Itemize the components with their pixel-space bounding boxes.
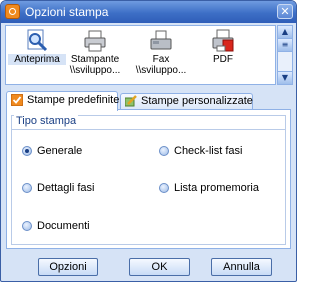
custom-print-icon	[124, 95, 137, 107]
tab-stampe-personalizzate[interactable]: Stampe personalizzate	[120, 93, 253, 109]
printer-name: PDF	[213, 54, 233, 65]
scroll-up-button[interactable]: ▲	[278, 26, 292, 39]
printer-list-scrollbar[interactable]: ▲ ≡ ▼	[277, 25, 293, 85]
tab-strip: Stampe predefinite Stampe personalizzate	[6, 91, 293, 111]
pdf-printer-icon	[211, 29, 235, 53]
printer-icon	[83, 29, 107, 53]
radio-button-icon	[22, 221, 32, 231]
scroll-down-button[interactable]: ▼	[278, 71, 292, 84]
printer-name: Stampante	[70, 54, 120, 65]
printer-name: Anteprima	[8, 54, 66, 65]
radio-button-icon	[22, 146, 32, 156]
radio-button-icon	[22, 183, 32, 193]
cancel-button[interactable]: Annulla	[211, 258, 272, 276]
tab-label: Stampe personalizzate	[141, 95, 253, 107]
app-logo-icon	[5, 4, 20, 19]
tab-stampe-predefinite[interactable]: Stampe predefinite	[6, 91, 120, 111]
printer-name: Fax	[152, 54, 170, 65]
options-button[interactable]: Opzioni	[38, 258, 98, 276]
fax-icon	[149, 29, 173, 53]
printer-path: \\sviluppo...	[135, 65, 187, 76]
close-button[interactable]: ✕	[277, 4, 293, 19]
radio-label: Lista promemoria	[174, 182, 259, 194]
radio-label: Check-list fasi	[174, 145, 243, 157]
group-divider	[12, 129, 285, 130]
tab-label: Stampe predefinite	[27, 94, 120, 106]
title-bar: Opzioni stampa ✕	[1, 1, 296, 23]
checkmark-icon	[10, 93, 24, 107]
radio-button-icon	[159, 146, 169, 156]
print-options-dialog: Opzioni stampa ✕ Anteprima Stampante \\s…	[0, 0, 297, 282]
printer-item-pdf[interactable]: PDF	[194, 28, 252, 82]
window-title: Opzioni stampa	[25, 5, 109, 19]
printer-item-fax[interactable]: Fax \\sviluppo...	[132, 28, 190, 82]
preview-magnifier-icon	[25, 29, 49, 53]
tab-panel-stampe-predefinite: Tipo stampa Generale Check-list fasi Det…	[6, 109, 291, 249]
group-title: Tipo stampa	[14, 115, 79, 127]
radio-label: Dettagli fasi	[37, 182, 95, 194]
radio-button-icon	[159, 183, 169, 193]
printer-item-stampante[interactable]: Stampante \\sviluppo...	[66, 28, 124, 82]
radio-label: Documenti	[37, 220, 90, 232]
printer-item-preview[interactable]: Anteprima	[8, 28, 66, 82]
printer-list: Anteprima Stampante \\sviluppo... Fax \\…	[5, 25, 276, 85]
scroll-thumb[interactable]: ≡	[278, 39, 292, 52]
ok-button[interactable]: OK	[129, 258, 190, 276]
print-type-group: Tipo stampa Generale Check-list fasi Det…	[11, 115, 286, 245]
printer-path: \\sviluppo...	[69, 65, 121, 76]
radio-label: Generale	[37, 145, 83, 157]
